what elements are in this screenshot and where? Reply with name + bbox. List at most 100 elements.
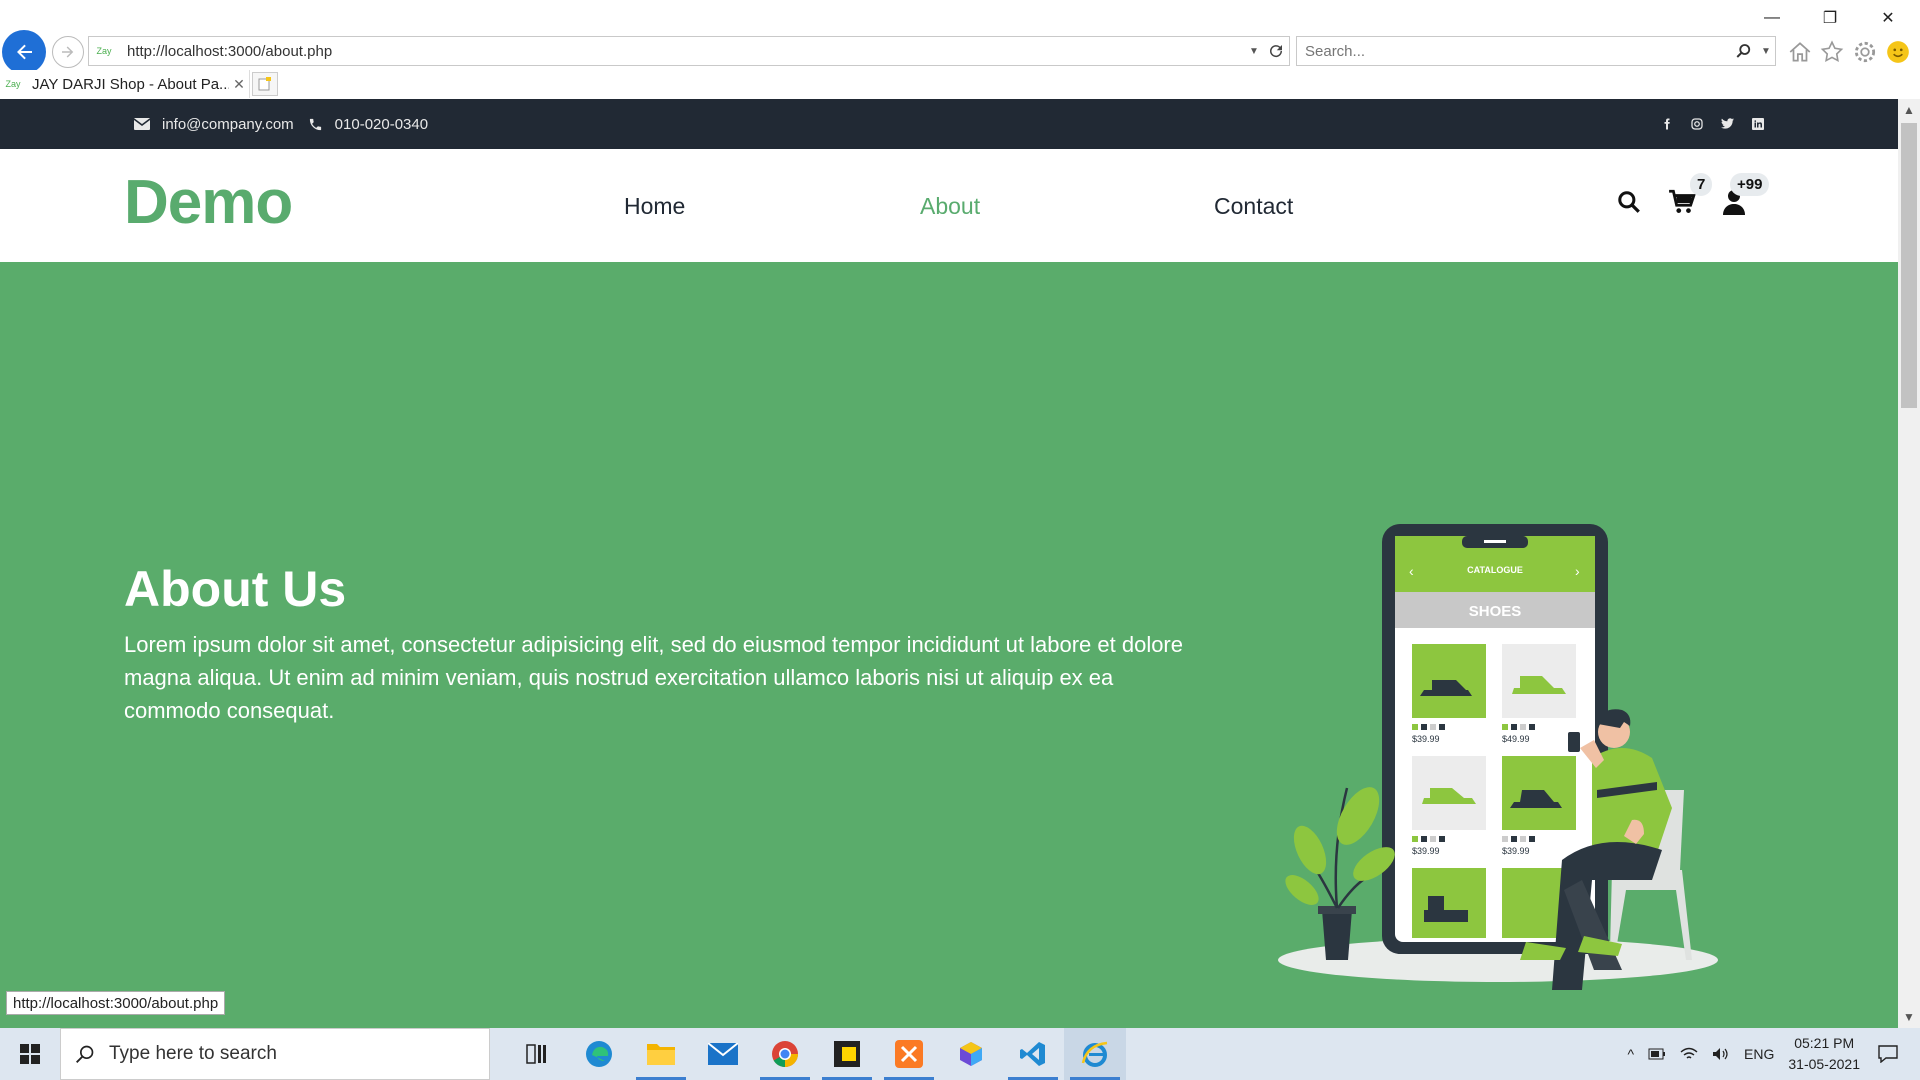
xampp-app[interactable] bbox=[878, 1028, 940, 1080]
edge-app[interactable] bbox=[568, 1028, 630, 1080]
site-header: Demo Home About Contact 7 +99 bbox=[0, 149, 1898, 262]
restore-button[interactable]: ❐ bbox=[1810, 4, 1850, 32]
mail-icon bbox=[708, 1043, 738, 1065]
page-title: About Us bbox=[124, 561, 347, 617]
refresh-icon[interactable] bbox=[1263, 42, 1289, 60]
scrollbar-thumb[interactable] bbox=[1901, 123, 1917, 408]
user-count-badge: +99 bbox=[1730, 173, 1770, 196]
language-indicator[interactable]: ENG bbox=[1744, 1046, 1774, 1062]
browser-search-box[interactable]: ▼ bbox=[1296, 36, 1776, 66]
svg-text:›: › bbox=[1575, 563, 1580, 579]
facebook-icon[interactable] bbox=[1661, 118, 1673, 130]
twitter-icon[interactable] bbox=[1721, 118, 1734, 130]
about-hero: About Us Lorem ipsum dolor sit amet, con… bbox=[0, 262, 1898, 1028]
page-scrollbar[interactable]: ▲ ▼ bbox=[1898, 99, 1920, 1028]
phone-catalogue-label: CATALOGUE bbox=[1467, 565, 1523, 575]
taskbar-apps bbox=[506, 1028, 1126, 1080]
sticky-notes-icon bbox=[834, 1041, 860, 1067]
nav-contact[interactable]: Contact bbox=[1214, 193, 1293, 220]
about-description: Lorem ipsum dolor sit amet, consectetur … bbox=[124, 632, 1183, 723]
back-button[interactable] bbox=[2, 30, 46, 74]
favorites-star-icon[interactable] bbox=[1818, 38, 1846, 66]
arrow-left-icon bbox=[17, 44, 32, 60]
search-toggle[interactable] bbox=[1616, 189, 1642, 220]
task-view-button[interactable] bbox=[506, 1028, 568, 1080]
phone-text: 010-020-0340 bbox=[334, 115, 429, 133]
taskbar-search[interactable]: Type here to search bbox=[60, 1028, 490, 1080]
taskbar-search-icon bbox=[76, 1045, 94, 1063]
sticky-notes-app[interactable] bbox=[816, 1028, 878, 1080]
show-hidden-icons[interactable]: ^ bbox=[1627, 1046, 1634, 1062]
social-links bbox=[1661, 99, 1764, 149]
forward-button[interactable] bbox=[52, 36, 84, 68]
browser-chrome: Zay http://localhost:3000/about.php ▼ ▼ … bbox=[0, 0, 1920, 99]
linkedin-icon[interactable] bbox=[1752, 118, 1764, 130]
price-3: $39.99 bbox=[1412, 846, 1440, 856]
mail-app[interactable] bbox=[692, 1028, 754, 1080]
instagram-icon[interactable] bbox=[1691, 118, 1703, 130]
address-dropdown-icon[interactable]: ▼ bbox=[1245, 46, 1263, 57]
chrome-icon bbox=[772, 1041, 798, 1068]
contact-info: info@company.com 010-020-0340 bbox=[134, 116, 442, 133]
volume-icon[interactable] bbox=[1712, 1047, 1730, 1061]
browser-search-input[interactable] bbox=[1305, 42, 1731, 60]
page-viewport: info@company.com 010-020-0340 Demo Home … bbox=[0, 99, 1898, 1028]
tab-close-icon[interactable]: ✕ bbox=[229, 76, 249, 93]
email-text: info@company.com bbox=[162, 115, 294, 133]
envelope-icon bbox=[134, 118, 150, 130]
minimize-button[interactable]: — bbox=[1752, 4, 1792, 32]
internet-explorer-app[interactable] bbox=[1064, 1028, 1126, 1080]
cart-button[interactable] bbox=[1668, 189, 1696, 220]
tab-favicon: Zay bbox=[5, 79, 21, 89]
phone-shoes-label: SHOES bbox=[1469, 603, 1522, 620]
phone-link[interactable]: 010-020-0340 bbox=[308, 116, 428, 133]
clock-time: 05:21 PM bbox=[1794, 1035, 1855, 1051]
site-logo[interactable]: Demo bbox=[124, 167, 293, 238]
address-url[interactable]: http://localhost:3000/about.php bbox=[127, 43, 1245, 60]
smiley-feedback-icon[interactable] bbox=[1884, 38, 1912, 66]
svg-text:‹: ‹ bbox=[1409, 563, 1414, 579]
task-view-icon bbox=[526, 1044, 546, 1064]
home-icon[interactable] bbox=[1786, 38, 1814, 66]
search-icon[interactable] bbox=[1731, 42, 1757, 60]
file-explorer-app[interactable] bbox=[630, 1028, 692, 1080]
arrow-right-icon bbox=[62, 46, 74, 58]
address-bar[interactable]: Zay http://localhost:3000/about.php ▼ bbox=[88, 36, 1290, 66]
price-2: $49.99 bbox=[1502, 734, 1530, 744]
vscode-icon bbox=[1020, 1042, 1045, 1066]
cube-app[interactable] bbox=[940, 1028, 1002, 1080]
xampp-icon bbox=[895, 1040, 923, 1068]
taskbar-search-placeholder: Type here to search bbox=[109, 1043, 277, 1064]
chrome-app[interactable] bbox=[754, 1028, 816, 1080]
search-dropdown-icon[interactable]: ▼ bbox=[1757, 46, 1775, 57]
close-window-button[interactable]: ✕ bbox=[1868, 4, 1908, 32]
battery-icon[interactable] bbox=[1648, 1048, 1666, 1060]
windows-logo-icon bbox=[20, 1044, 40, 1064]
cart-count-badge: 7 bbox=[1690, 173, 1713, 196]
nav-about[interactable]: About bbox=[920, 193, 980, 220]
scroll-up-icon[interactable]: ▲ bbox=[1898, 99, 1920, 121]
tab-title: JAY DARJI Shop - About Pa... bbox=[32, 75, 229, 93]
price-1: $39.99 bbox=[1412, 734, 1440, 744]
new-tab-icon bbox=[258, 77, 271, 91]
phone-icon bbox=[309, 118, 321, 130]
notifications-icon[interactable] bbox=[1878, 1045, 1898, 1063]
cart-icon bbox=[1669, 189, 1696, 213]
wifi-icon[interactable] bbox=[1680, 1047, 1698, 1061]
status-url-tooltip: http://localhost:3000/about.php bbox=[6, 991, 226, 1015]
start-button[interactable] bbox=[0, 1028, 60, 1080]
settings-gear-icon[interactable] bbox=[1851, 38, 1879, 66]
vscode-app[interactable] bbox=[1002, 1028, 1064, 1080]
windows-taskbar: Type here to search ^ ENG 05:21 PM 31-05… bbox=[0, 1028, 1920, 1080]
scroll-down-icon[interactable]: ▼ bbox=[1898, 1006, 1920, 1028]
new-tab-button[interactable] bbox=[252, 72, 278, 96]
nav-home[interactable]: Home bbox=[624, 193, 685, 220]
price-4: $39.99 bbox=[1502, 846, 1530, 856]
system-tray: ^ ENG 05:21 PM 31-05-2021 bbox=[1627, 1028, 1920, 1080]
clock-date: 31-05-2021 bbox=[1788, 1056, 1860, 1072]
email-link[interactable]: info@company.com bbox=[134, 116, 294, 133]
edge-icon bbox=[586, 1041, 612, 1067]
browser-tab-active[interactable]: Zay JAY DARJI Shop - About Pa... ✕ bbox=[0, 70, 250, 98]
site-favicon: Zay bbox=[96, 46, 112, 56]
system-clock[interactable]: 05:21 PM 31-05-2021 bbox=[1788, 1033, 1860, 1075]
